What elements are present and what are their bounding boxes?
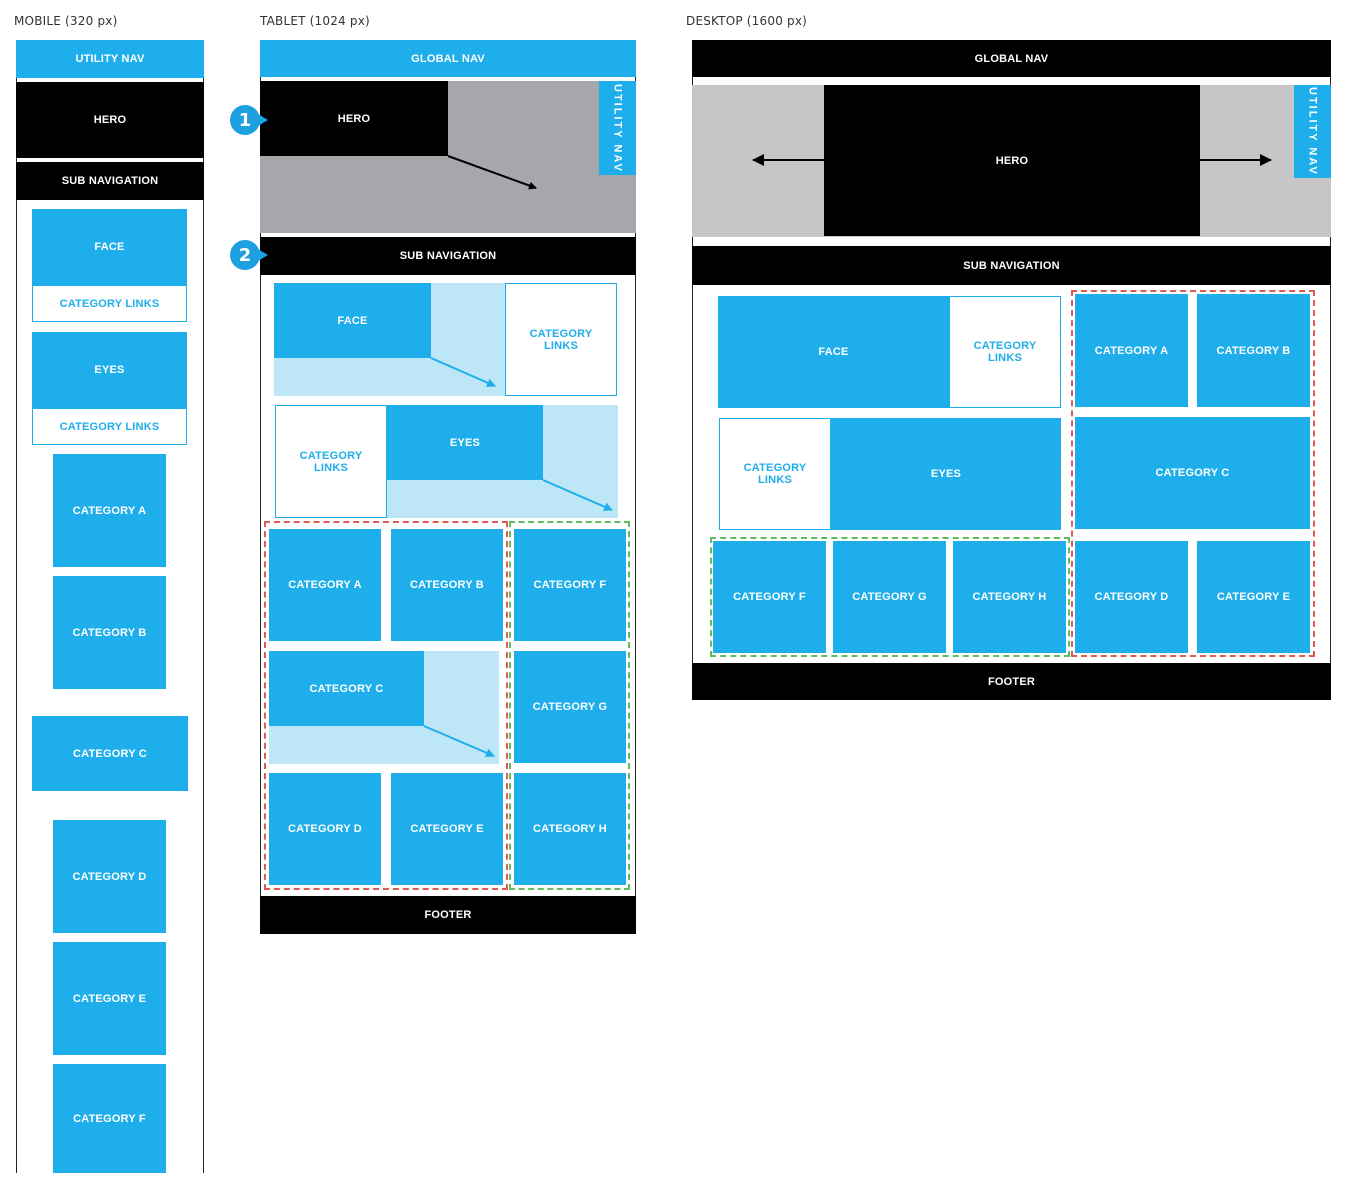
desktop-category-b: CATEGORY B (1197, 294, 1310, 407)
mobile-category-a: CATEGORY A (53, 454, 166, 567)
mobile-category-e: CATEGORY E (53, 942, 166, 1055)
tablet-category-b: CATEGORY B (391, 529, 503, 641)
mobile-category-f: CATEGORY F (53, 1064, 166, 1173)
tablet-eyes: EYES (387, 405, 543, 480)
desktop-category-e: CATEGORY E (1197, 541, 1310, 653)
desktop-global-nav: GLOBAL NAV (692, 40, 1331, 77)
tablet-eyes-category-links: CATEGORY LINKS (275, 405, 387, 518)
mobile-face-category-links: CATEGORY LINKS (32, 285, 187, 322)
desktop-eyes: EYES (831, 418, 1061, 530)
step-badge-1: 1 (230, 105, 268, 135)
tablet-category-a: CATEGORY A (269, 529, 381, 641)
tablet-caption: TABLET (1024 px) (260, 14, 370, 28)
tablet-utility-nav: UTILITY NAV (599, 81, 636, 175)
mobile-caption: MOBILE (320 px) (14, 14, 118, 28)
desktop-face-category-links: CATEGORY LINKS (949, 296, 1061, 408)
tablet-category-h: CATEGORY H (514, 773, 626, 885)
mobile-utility-nav: UTILITY NAV (16, 40, 204, 78)
desktop-utility-nav: UTILITY NAV (1294, 85, 1331, 178)
mobile-eyes: EYES (32, 332, 187, 408)
tablet-category-c: CATEGORY C (269, 651, 424, 726)
desktop-category-c: CATEGORY C (1075, 417, 1310, 529)
desktop-sub-navigation: SUB NAVIGATION (692, 246, 1331, 285)
desktop-caption: DESKTOP (1600 px) (686, 14, 808, 28)
tablet-global-nav: GLOBAL NAV (260, 40, 636, 77)
desktop-eyes-category-links: CATEGORY LINKS (719, 418, 831, 530)
tablet-category-d: CATEGORY D (269, 773, 381, 885)
mobile-face: FACE (32, 209, 187, 285)
desktop-category-a: CATEGORY A (1075, 294, 1188, 407)
tablet-hero: HERO (260, 81, 448, 156)
desktop-footer: FOOTER (692, 663, 1331, 700)
desktop-category-d: CATEGORY D (1075, 541, 1188, 653)
tablet-face: FACE (274, 283, 431, 358)
mobile-sub-navigation: SUB NAVIGATION (16, 162, 204, 200)
tablet-category-f: CATEGORY F (514, 529, 626, 641)
mobile-category-d: CATEGORY D (53, 820, 166, 933)
mobile-category-b: CATEGORY B (53, 576, 166, 689)
tablet-category-e: CATEGORY E (391, 773, 503, 885)
desktop-face: FACE (718, 296, 949, 408)
desktop-hero: HERO (824, 85, 1200, 236)
mobile-category-c: CATEGORY C (32, 716, 188, 791)
mobile-hero: HERO (16, 82, 204, 158)
desktop-category-h: CATEGORY H (953, 541, 1066, 653)
step-badge-2: 2 (230, 240, 268, 270)
tablet-sub-navigation: SUB NAVIGATION (260, 237, 636, 275)
desktop-category-f: CATEGORY F (713, 541, 826, 653)
tablet-footer: FOOTER (260, 896, 636, 934)
mobile-eyes-category-links: CATEGORY LINKS (32, 408, 187, 445)
tablet-category-g: CATEGORY G (514, 651, 626, 763)
desktop-category-g: CATEGORY G (833, 541, 946, 653)
tablet-face-category-links: CATEGORY LINKS (505, 283, 617, 396)
